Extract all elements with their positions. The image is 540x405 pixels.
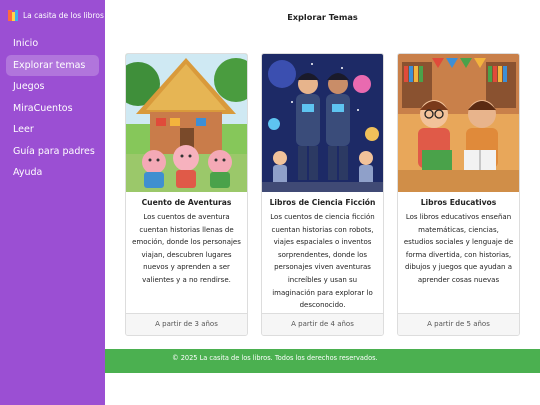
sidebar-item-leer[interactable]: Leer	[6, 119, 99, 140]
books-logo-icon	[8, 9, 18, 21]
card-educativos[interactable]: Libros Educativos Los libros educativos …	[397, 53, 520, 336]
card-title: Libros de Ciencia Ficción	[269, 198, 376, 207]
three-pigs-illustration	[126, 54, 247, 192]
card-age: A partir de 5 años	[398, 313, 519, 335]
sidebar-item-inicio[interactable]: Inicio	[6, 33, 99, 54]
app-root: La casita de los libros Inicio Explorar …	[0, 0, 540, 405]
sidebar-item-explorar-temas[interactable]: Explorar temas	[6, 54, 99, 76]
card-body: Libros Educativos Los libros educativos …	[398, 192, 519, 313]
main-content: Explorar Temas Cuento de Aventuras Los c…	[105, 0, 540, 405]
card-age: A partir de 3 años	[126, 313, 247, 335]
card-description: Los libros educativos enseñan matemática…	[403, 213, 514, 284]
sidebar-item-ayuda[interactable]: Ayuda	[6, 162, 99, 183]
reading-kids-illustration	[398, 54, 519, 192]
card-ciencia-ficcion[interactable]: Libros de Ciencia Ficción Los cuentos de…	[261, 53, 384, 336]
card-body: Cuento de Aventuras Los cuentos de avent…	[126, 192, 247, 313]
card-title: Libros Educativos	[420, 198, 497, 207]
card-title: Cuento de Aventuras	[141, 198, 232, 207]
page-title: Explorar Temas	[287, 12, 358, 22]
sidebar-item-juegos[interactable]: Juegos	[6, 76, 99, 97]
sidebar-item-guia-para-padres[interactable]: Guía para padres	[6, 141, 99, 162]
space-kids-illustration	[262, 54, 383, 192]
sidebar-nav: Inicio Explorar temas Juegos MiraCuentos…	[0, 33, 105, 183]
topic-cards: Cuento de Aventuras Los cuentos de avent…	[125, 53, 520, 336]
card-age: A partir de 4 años	[262, 313, 383, 335]
card-body: Libros de Ciencia Ficción Los cuentos de…	[262, 192, 383, 313]
brand[interactable]: La casita de los libros	[0, 0, 105, 22]
card-aventuras[interactable]: Cuento de Aventuras Los cuentos de avent…	[125, 53, 248, 336]
brand-name: La casita de los libros	[23, 10, 104, 20]
footer: © 2025 La casita de los libros. Todos lo…	[105, 349, 540, 373]
sidebar-item-miracuentos[interactable]: MiraCuentos	[6, 98, 99, 119]
card-description: Los cuentos de aventura cuentan historia…	[132, 213, 241, 284]
sidebar: La casita de los libros Inicio Explorar …	[0, 0, 105, 405]
card-description: Los cuentos de ciencia ficción cuentan h…	[270, 213, 375, 310]
